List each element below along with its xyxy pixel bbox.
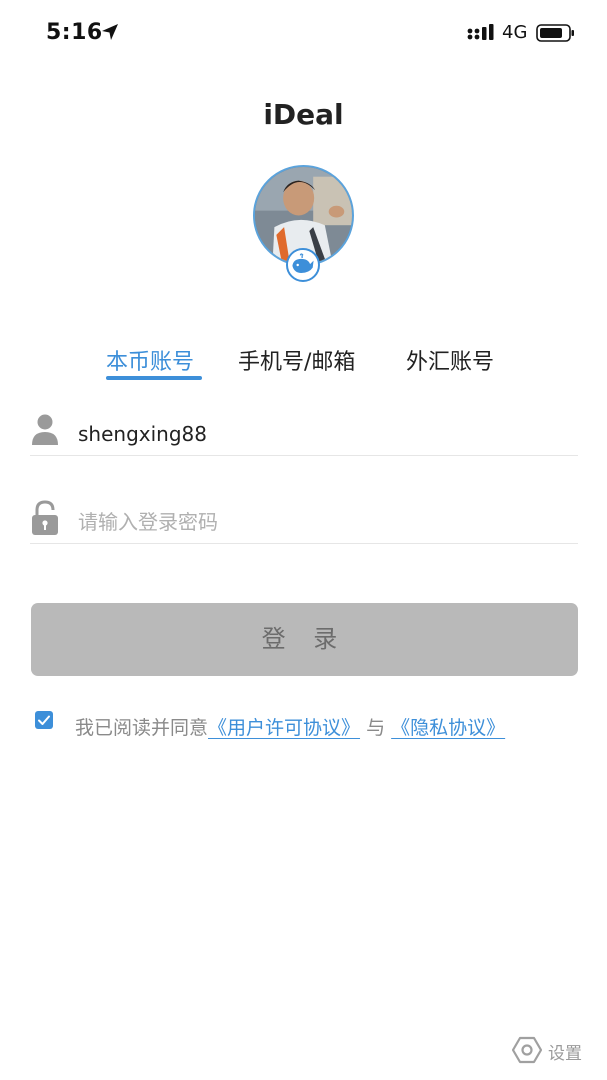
- privacy-policy-link[interactable]: 《隐私协议》: [391, 717, 505, 739]
- tab-phone-email[interactable]: 手机号/邮箱: [238, 344, 355, 376]
- location-arrow-icon: [102, 24, 118, 40]
- battery-icon: [536, 24, 574, 42]
- status-bar: 5:16 4G: [0, 0, 607, 66]
- login-button[interactable]: 登 录: [31, 603, 578, 676]
- network-type: 4G: [502, 22, 528, 43]
- user-icon: [32, 414, 58, 445]
- agreement-checkbox[interactable]: [35, 711, 53, 729]
- username-divider: [30, 455, 578, 456]
- checkmark-icon: [38, 715, 50, 725]
- lock-icon: [32, 500, 58, 535]
- agreement-text: 我已阅读并同意《用户许可协议》 与 《隐私协议》: [75, 713, 505, 740]
- agreement-prefix: 我已阅读并同意: [75, 717, 209, 739]
- app-title: iDeal: [263, 98, 344, 131]
- settings-label: 设置: [548, 1044, 582, 1064]
- tab-local-currency-account[interactable]: 本币账号: [106, 344, 194, 376]
- signal-icon: [467, 24, 494, 40]
- whale-badge-icon: [286, 248, 320, 282]
- tab-active-indicator: [106, 376, 202, 380]
- username-input[interactable]: [78, 414, 558, 454]
- status-time: 5:16: [46, 20, 103, 45]
- password-input[interactable]: [78, 502, 558, 542]
- user-license-link[interactable]: 《用户许可协议》: [208, 717, 360, 739]
- agreement-conjunction: 与: [366, 717, 386, 739]
- password-divider: [30, 543, 578, 544]
- settings-hex-icon: [512, 1036, 542, 1064]
- tab-forex-account[interactable]: 外汇账号: [406, 344, 494, 376]
